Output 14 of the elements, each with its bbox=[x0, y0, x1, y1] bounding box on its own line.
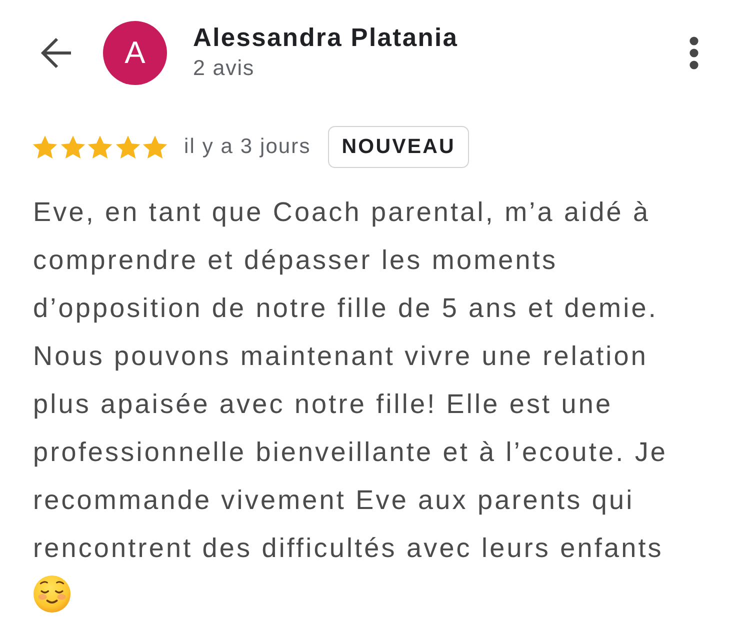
avatar: A bbox=[103, 21, 167, 85]
back-arrow-icon bbox=[40, 37, 72, 69]
smiling-face-icon bbox=[33, 575, 71, 613]
reviewer-name: Alessandra Platania bbox=[193, 23, 458, 53]
star-icon bbox=[60, 134, 86, 160]
review-count: 2 avis bbox=[193, 55, 256, 82]
star-icon bbox=[87, 134, 113, 160]
review-time: il y a 3 jours bbox=[184, 135, 311, 159]
star-icon bbox=[142, 134, 168, 160]
star-icon bbox=[32, 134, 58, 160]
new-badge: NOUVEAU bbox=[328, 126, 470, 168]
more-options-icon bbox=[689, 36, 699, 70]
review-text: Eve, en tant que Coach parental, m’a aidé à comprendre et dépasser les moments d’opposition de notre fille de 5 ans et demie. Nous pouvons maintenant vivre une relation plus apaisée avec notre fille! Elle est une professionnelle bienveillante et à l’ecoute. Je recommande vivement Eve aux parents qui rencontrent des difficultés avec leurs enfants bbox=[32, 196, 669, 565]
star-icon bbox=[114, 134, 140, 160]
